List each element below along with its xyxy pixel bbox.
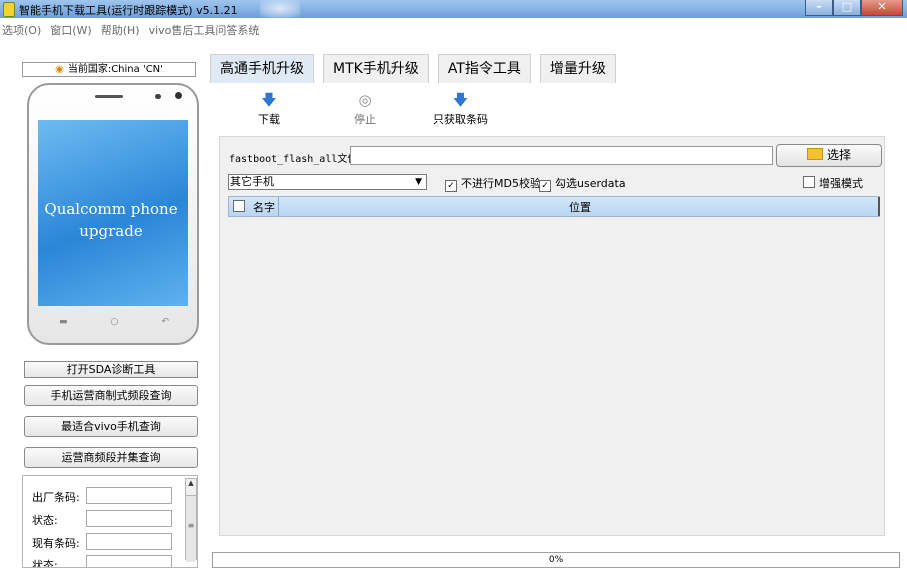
current-barcode-label: 现有条码:	[32, 537, 80, 550]
header-edge	[878, 197, 880, 216]
phone-type-select[interactable]: 其它手机 ▼	[228, 174, 427, 190]
factory-status-label: 状态:	[32, 514, 58, 527]
current-status-label: 状态:	[32, 559, 58, 568]
home-key-icon: ○	[110, 317, 119, 327]
close-button[interactable]: ✕	[861, 0, 903, 16]
select-all-checkbox[interactable]	[233, 200, 245, 212]
best-vivo-phone-button[interactable]: 最适合vivo手机查询	[24, 416, 198, 437]
carrier-band-union-button[interactable]: 运营商频段并集查询	[24, 447, 198, 468]
phone-caption: Qualcomm phone upgrade	[30, 198, 192, 242]
menu-help[interactable]: 帮助(H)	[101, 22, 140, 38]
current-status-field[interactable]	[86, 555, 172, 567]
barcode-panel: 出厂条码: 状态: 现有条码: 状态: ▲ ≡	[22, 475, 198, 568]
download-label: 下载	[258, 113, 280, 126]
column-divider[interactable]	[278, 197, 279, 216]
maximize-button[interactable]: □	[833, 0, 861, 16]
table-header: 名字 位置	[228, 196, 880, 217]
tab-at-command[interactable]: AT指令工具	[437, 54, 531, 83]
qualcomm-panel: fastboot_flash_all文件 选择 其它手机 ▼ ✓ 不进行MD5校验…	[219, 136, 885, 536]
factory-barcode-label: 出厂条码:	[32, 491, 80, 504]
minimize-button[interactable]: –	[805, 0, 833, 16]
tab-qualcomm-upgrade[interactable]: 高通手机升级	[210, 54, 314, 83]
globe-icon: ◉	[55, 64, 64, 75]
get-barcode-button[interactable]: 🡇 只获取条码	[433, 92, 488, 127]
earpiece-icon	[95, 95, 123, 98]
scroll-thumb[interactable]: ≡	[186, 495, 196, 562]
menu-key-icon: ▬	[59, 317, 68, 327]
scroll-up-icon[interactable]: ▲	[186, 479, 196, 487]
factory-status-field[interactable]	[86, 510, 172, 527]
barcode-arrow-icon: 🡇	[452, 91, 469, 109]
toolbar: 🡇 下载 ◎ 停止 🡇 只获取条码	[210, 92, 900, 132]
folder-icon	[806, 148, 823, 160]
enhanced-mode-checkbox[interactable]	[803, 176, 815, 188]
menu-bar: 选项(O) 窗口(W) 帮助(H) vivo售后工具问答系统	[0, 22, 907, 38]
back-key-icon: ↶	[161, 317, 169, 327]
md5-checkbox[interactable]: ✓	[445, 180, 457, 192]
column-location[interactable]: 位置	[569, 199, 591, 215]
tab-bar: 高通手机升级 MTK手机升级 AT指令工具 增量升级	[210, 54, 625, 83]
sensor-icon	[155, 94, 161, 99]
window-controls: – □ ✕	[805, 0, 903, 16]
app-icon	[3, 2, 15, 17]
phone-type-value: 其它手机	[230, 175, 274, 188]
userdata-checkbox[interactable]: ✓	[539, 180, 551, 192]
title-bar: 智能手机下载工具(运行时跟踪模式) v5.1.21 – □ ✕	[0, 0, 907, 18]
md5-check-label: 不进行MD5校验	[461, 177, 541, 190]
download-arrow-icon: 🡇	[261, 91, 277, 109]
country-indicator: ◉ 当前国家:China 'CN'	[22, 62, 196, 77]
sda-diagnostic-button[interactable]: 打开SDA诊断工具	[24, 361, 198, 378]
enhanced-mode-toggle[interactable]: 增强模式	[803, 175, 863, 191]
get-barcode-label: 只获取条码	[433, 113, 488, 126]
progress-text: 0%	[548, 555, 564, 565]
column-name[interactable]: 名字	[253, 199, 275, 215]
factory-barcode-field[interactable]	[86, 487, 172, 504]
phone-nav-keys: ▬ ○ ↶	[59, 317, 169, 327]
tab-mtk-upgrade[interactable]: MTK手机升级	[323, 54, 429, 83]
menu-options[interactable]: 选项(O)	[2, 22, 41, 38]
partition-table: 名字 位置	[228, 196, 880, 532]
userdata-label: 勾选userdata	[555, 177, 626, 190]
title-glow	[260, 0, 300, 18]
phone-caption-line2: upgrade	[79, 222, 143, 240]
choose-file-button[interactable]: 选择	[776, 144, 882, 167]
phone-caption-line1: Qualcomm phone	[44, 200, 178, 218]
menu-vivo-qa[interactable]: vivo售后工具问答系统	[149, 22, 260, 38]
menu-window[interactable]: 窗口(W)	[50, 22, 91, 38]
barcode-scrollbar[interactable]: ▲ ≡	[185, 478, 197, 562]
window-title: 智能手机下载工具(运行时跟踪模式) v5.1.21	[19, 4, 238, 17]
enhanced-mode-label: 增强模式	[819, 177, 863, 190]
stop-label: 停止	[354, 113, 376, 126]
camera-icon	[175, 92, 182, 99]
download-button[interactable]: 🡇 下载	[258, 92, 280, 127]
stop-circle-icon: ◎	[358, 91, 372, 109]
carrier-band-query-button[interactable]: 手机运营商制式频段查询	[24, 385, 198, 406]
flash-file-input[interactable]	[350, 146, 773, 165]
current-barcode-field[interactable]	[86, 533, 172, 550]
choose-label: 选择	[826, 148, 851, 162]
dropdown-arrow-icon: ▼	[415, 177, 422, 187]
md5-check-toggle[interactable]: ✓ 不进行MD5校验	[445, 175, 541, 192]
tab-incremental-upgrade[interactable]: 增量升级	[539, 54, 616, 83]
stop-button[interactable]: ◎ 停止	[354, 92, 376, 127]
country-label: 当前国家:China 'CN'	[67, 64, 163, 75]
flash-file-label: fastboot_flash_all文件	[229, 154, 358, 165]
userdata-toggle[interactable]: ✓ 勾选userdata	[539, 175, 626, 192]
